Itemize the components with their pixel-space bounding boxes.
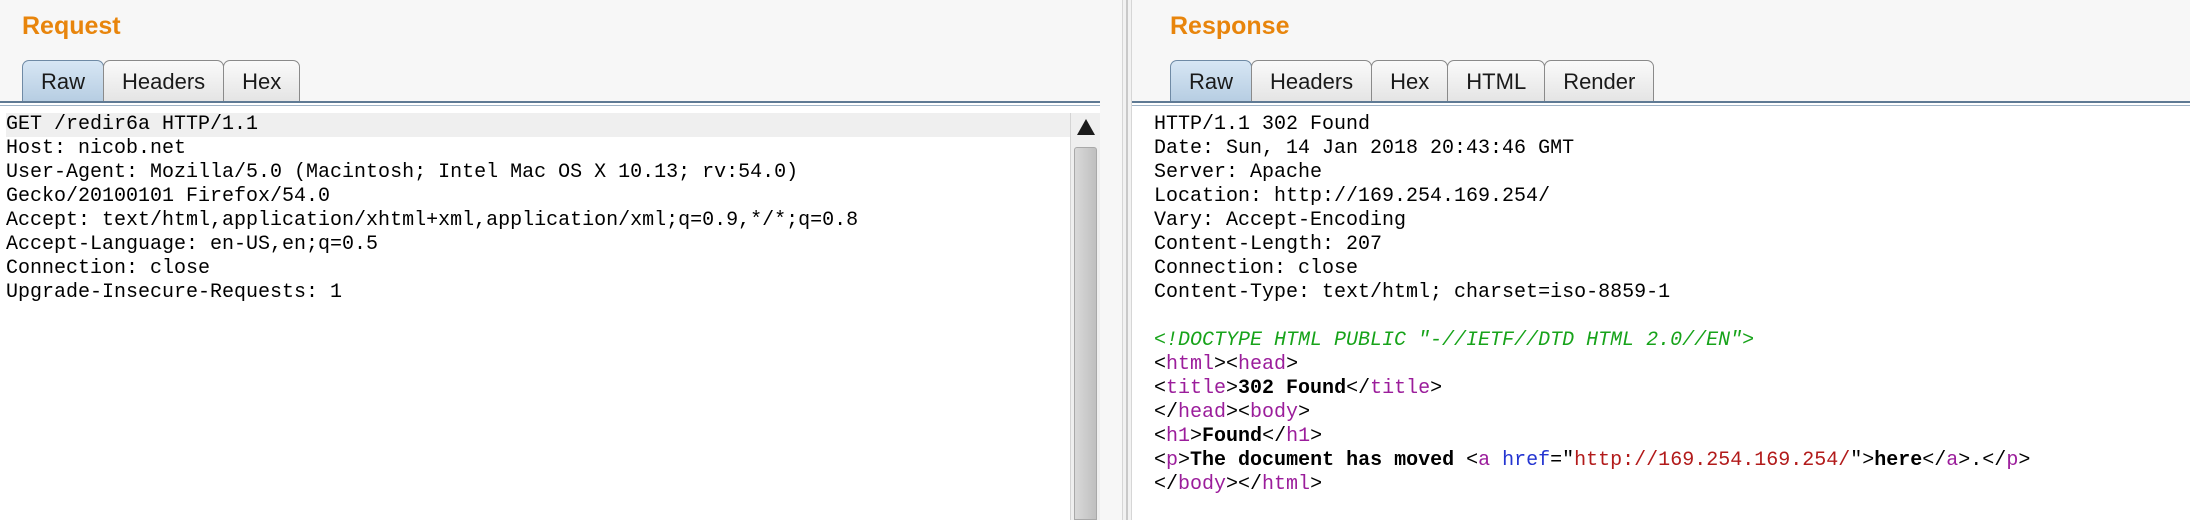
request-tab-hex[interactable]: Hex [223,60,301,102]
token-punct: > [1286,353,1299,376]
token-tag: body [1250,401,1299,424]
response-header-line: Date: Sun, 14 Jan 2018 20:43:46 GMT [1154,137,1575,160]
scrollbar-thumb[interactable] [1074,147,1097,520]
response-tab-html[interactable]: HTML [1447,60,1546,102]
token-punct: < [1154,449,1167,472]
token-punct: > [1310,425,1323,448]
token-punct: </ [1922,449,1947,472]
token-punct: > [1298,401,1311,424]
token-tag: html [1166,353,1215,376]
token-punct: </ [1982,449,2007,472]
request-line: User-Agent: Mozilla/5.0 (Macintosh; Inte… [6,161,799,184]
response-tab-headers[interactable]: Headers [1251,60,1373,102]
request-title: Request [22,12,121,40]
token-punct: </ [1346,377,1371,400]
response-pane: Response Raw Headers Hex HTML Render HTTP/1.… [1132,0,2190,520]
token-punct [1490,449,1502,472]
response-header-line: Content-Type: text/html; charset=iso-885… [1154,281,1671,304]
request-line: Accept-Language: en-US,en;q=0.5 [6,233,379,256]
response-header-line: Content-Length: 207 [1154,233,1383,256]
request-line: Accept: text/html,application/xhtml+xml,… [6,209,859,232]
token-punct: ></ [1226,473,1263,496]
token-tag: p [1166,449,1179,472]
token-punct: < [1154,425,1167,448]
response-header-line: Connection: close [1154,257,1359,280]
token-punct: >< [1214,353,1239,376]
token-tag: title [1370,377,1431,400]
token-text: here [1874,449,1923,472]
token-punct: </ [1262,425,1287,448]
response-body-line: </body></html> [1154,473,2186,497]
token-punct: > [1430,377,1443,400]
response-tabs: Raw Headers Hex HTML Render [1170,60,1655,102]
request-line: Host: nicob.net [6,137,187,160]
response-text[interactable]: HTTP/1.1 302 Found Date: Sun, 14 Jan 2018… [1154,113,2186,497]
scroll-up-arrow-icon[interactable] [1077,119,1095,135]
request-tab-raw[interactable]: Raw [22,60,105,102]
response-tab-hex[interactable]: Hex [1371,60,1449,102]
token-punct: </ [1154,401,1179,424]
response-header-line: Vary: Accept-Encoding [1154,209,1407,232]
request-scrollbar[interactable] [1070,113,1100,520]
token-punct: > [1226,377,1239,400]
token-punct: < [1466,449,1479,472]
token-str: http://169.254.169.254/ [1574,449,1851,472]
response-editor[interactable]: HTTP/1.1 302 Found Date: Sun, 14 Jan 2018… [1132,101,2190,520]
response-header-line: HTTP/1.1 302 Found [1154,113,1371,136]
token-text: Found [1202,425,1263,448]
token-punct: > [1310,473,1323,496]
response-header-line: Server: Apache [1154,161,1323,184]
token-tag: body [1178,473,1227,496]
response-body-line: <title>302 Found</title> [1154,377,2186,401]
response-body-line: <p>The document has moved <a href="http:… [1154,449,2186,473]
token-doctype: <!DOCTYPE HTML PUBLIC "-//IETF//DTD HTML… [1154,329,1755,352]
request-text[interactable]: GET /redir6a HTTP/1.1 Host: nicob.net User… [6,113,1070,305]
token-tag: html [1262,473,1311,496]
response-body-line: </head><body> [1154,401,2186,425]
token-tag: h1 [1286,425,1311,448]
request-tabs: Raw Headers Hex [22,60,301,102]
token-tag: a [1478,449,1491,472]
token-tag: head [1178,401,1227,424]
request-tab-headers[interactable]: Headers [103,60,225,102]
response-body-line: <h1>Found</h1> [1154,425,2186,449]
response-tab-render[interactable]: Render [1544,60,1655,102]
token-punct: < [1154,377,1167,400]
token-punct: > [2018,449,2031,472]
token-tag: title [1166,377,1227,400]
token-text: 302 Found [1238,377,1347,400]
token-punct: < [1154,353,1167,376]
token-punct: >< [1226,401,1251,424]
pane-splitter[interactable] [1122,0,1132,520]
token-tag: p [2006,449,2019,472]
response-body-line: <!DOCTYPE HTML PUBLIC "-//IETF//DTD HTML… [1154,329,2186,353]
response-tab-raw[interactable]: Raw [1170,60,1253,102]
token-attr: href [1502,449,1551,472]
response-header-line: Location: http://169.254.169.254/ [1154,185,1551,208]
token-text: The document has moved [1190,449,1467,472]
response-title: Response [1170,12,1290,40]
request-line: Connection: close [6,257,211,280]
request-line: Upgrade-Insecure-Requests: 1 [6,281,343,304]
request-editor[interactable]: GET /redir6a HTTP/1.1 Host: nicob.net User… [0,101,1100,520]
response-body-line: <html><head> [1154,353,2186,377]
token-tag: head [1238,353,1287,376]
token-punct: > [1178,449,1191,472]
token-tag: a [1946,449,1959,472]
token-punct: =" [1550,449,1575,472]
token-punct: > [1190,425,1203,448]
token-punct: </ [1154,473,1179,496]
token-punct: >. [1958,449,1983,472]
token-punct: "> [1850,449,1875,472]
request-line: GET /redir6a HTTP/1.1 [6,113,1070,137]
request-pane: Request Raw Headers Hex GET /redir6a HTTP/… [0,0,1122,520]
token-tag: h1 [1166,425,1191,448]
request-line: Gecko/20100101 Firefox/54.0 [6,185,331,208]
